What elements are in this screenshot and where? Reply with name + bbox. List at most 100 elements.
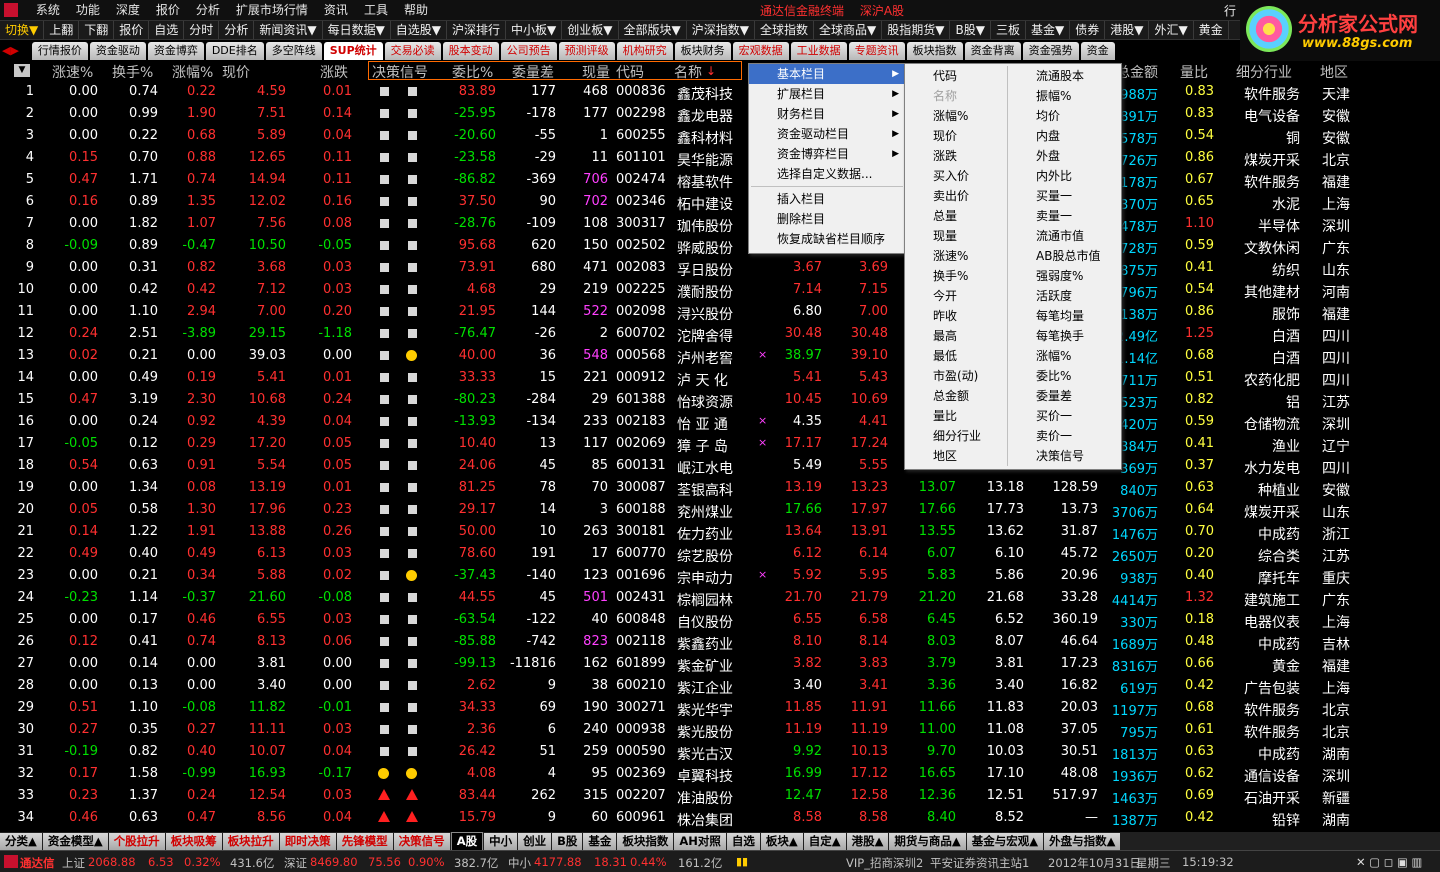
toolbar-button-1[interactable]: 上翻 [44,21,80,39]
submenu-column-option[interactable]: 代码 [905,66,1005,86]
ctx-menu-action-1[interactable]: 删除栏目 [749,209,905,229]
sort-dropdown-icon[interactable]: ▼ [14,64,30,77]
submenu-column-option[interactable]: 现量 [905,226,1005,246]
submenu-column-option[interactable]: 每笔均量 [1008,306,1108,326]
bottom-tab-5[interactable]: 即时决策 [279,833,336,850]
tab-6[interactable]: 交易必读 [384,42,441,60]
submenu-column-option[interactable]: 市盈(动) [905,366,1005,386]
tab-16[interactable]: 资金背离 [964,42,1021,60]
toolbar-button-12[interactable]: 创业板▼ [562,21,619,39]
menu-item-0[interactable]: 系统 [28,0,68,18]
bottom-tab-14[interactable]: AH对照 [674,833,726,850]
table-row[interactable]: 6 0.16 0.89 1.35 12.02 0.16 37.50 90 702 002346 柘中… [0,191,1440,213]
column-header-3[interactable]: 现价 [222,62,250,82]
table-row[interactable]: 23 0.00 0.21 0.34 5.88 0.02 -37.43 -140 123 00169… [0,565,1440,587]
tab-3[interactable]: DDE排名 [205,42,264,60]
toolbar-button-23[interactable]: 外汇▼ [1149,21,1194,39]
toolbar-button-19[interactable]: 三板 [991,21,1026,39]
tab-9[interactable]: 预测评级 [558,42,615,60]
column-header-4[interactable]: 涨跌 [320,62,348,82]
table-row[interactable]: 34 0.46 0.63 0.47 8.56 0.04 15.79 9 60 600961 株冶集团… [0,807,1440,829]
submenu-column-option[interactable]: 委比% [1008,366,1108,386]
submenu-column-option[interactable]: 买入价 [905,166,1005,186]
column-header-8[interactable]: 现量 [582,62,610,82]
table-row[interactable]: 8 -0.09 0.89 -0.47 10.50 -0.05 95.68 620 150 0025… [0,235,1440,257]
table-row[interactable]: 2 0.00 0.99 1.90 7.51 0.14 -25.95 -178 177 002298… [0,103,1440,125]
bottom-tab-13[interactable]: 板块指数 [617,833,674,850]
tab-10[interactable]: 机构研究 [616,42,673,60]
table-row[interactable]: 20 0.05 0.58 1.30 17.96 0.23 29.17 14 3 600188 兖州煤… [0,499,1440,521]
ctx-menu-item-3[interactable]: 资金驱动栏目 ▶ [749,124,905,144]
toolbar-button-18[interactable]: B股▼ [950,21,991,39]
toolbar-button-2[interactable]: 下翻 [79,21,115,39]
submenu-column-option[interactable]: AB股总市值 [1008,246,1108,266]
submenu-column-option[interactable]: 流通股本 [1008,66,1108,86]
submenu-column-option[interactable]: 卖出价 [905,186,1005,206]
toolbar-button-16[interactable]: 全球商品▼ [814,21,883,39]
tab-17[interactable]: 资金强势 [1022,42,1079,60]
menu-item-2[interactable]: 深度 [108,0,148,18]
submenu-column-option[interactable]: 总量 [905,206,1005,226]
table-row[interactable]: 31 -0.19 0.82 0.40 10.07 0.04 26.42 51 259 000590… [0,741,1440,763]
toolbar-button-14[interactable]: 沪深指数▼ [687,21,755,39]
ctx-menu-item-5[interactable]: 选择自定义数据... [749,164,905,184]
submenu-column-option[interactable]: 细分行业 [905,426,1005,446]
column-header-1[interactable]: 换手% [112,62,153,82]
table-row[interactable]: 13 0.02 0.21 0.00 39.03 0.00 40.00 36 548 000568 泸… [0,345,1440,367]
bottom-tab-0[interactable]: 分类▲ [0,833,42,850]
bottom-tab-4[interactable]: 板块拉升 [222,833,279,850]
submenu-column-option[interactable]: 卖量一 [1008,206,1108,226]
tab-7[interactable]: 股本变动 [442,42,499,60]
bottom-tab-8[interactable]: A股 [450,832,484,850]
toolbar-button-11[interactable]: 中小板▼ [506,21,563,39]
table-row[interactable]: 29 0.51 1.10 -0.08 11.82 -0.01 34.33 69 190 30027… [0,697,1440,719]
tab-12[interactable]: 宏观数据 [732,42,789,60]
tab-8[interactable]: 公司预告 [500,42,557,60]
sh-index[interactable]: 2068.88 [88,855,136,869]
ctx-menu-item-0[interactable]: 基本栏目 ▶ [749,64,905,84]
toolbar-button-21[interactable]: 债券 [1070,21,1106,39]
table-row[interactable]: 18 0.54 0.63 0.91 5.54 0.05 24.06 45 85 600131 岷江水… [0,455,1440,477]
server-name[interactable]: VIP_招商深圳2 [846,855,923,871]
table-row[interactable]: 9 0.00 0.31 0.82 3.68 0.03 73.91 680 471 002083 孚日… [0,257,1440,279]
submenu-column-option[interactable]: 最高 [905,326,1005,346]
menu-item-5[interactable]: 扩展市场行情 [228,0,316,18]
table-row[interactable]: 25 0.00 0.17 0.46 6.55 0.03 -63.54 -122 40 600848… [0,609,1440,631]
submenu-column-option[interactable]: 内外比 [1008,166,1108,186]
table-row[interactable]: 11 0.00 1.10 2.94 7.00 0.20 21.95 144 522 002098 浔… [0,301,1440,323]
table-row[interactable]: 22 0.49 0.40 0.49 6.13 0.03 78.60 191 17 600770 综艺… [0,543,1440,565]
submenu-column-option[interactable]: 每笔换手 [1008,326,1108,346]
column-header-12[interactable]: 量比 [1180,62,1208,82]
ctx-menu-item-4[interactable]: 资金博弈栏目 ▶ [749,144,905,164]
table-row[interactable]: 17 -0.05 0.12 0.29 17.20 0.05 10.40 13 117 002069… [0,433,1440,455]
submenu-column-option[interactable]: 今开 [905,286,1005,306]
table-row[interactable]: 16 0.00 0.24 0.92 4.39 0.04 -13.93 -134 233 00218… [0,411,1440,433]
submenu-column-option[interactable]: 现价 [905,126,1005,146]
submenu-column-option[interactable]: 外盘 [1008,146,1108,166]
bottom-tab-16[interactable]: 板块▲ [760,833,803,850]
bottom-tab-3[interactable]: 板块吸筹 [165,833,222,850]
table-row[interactable]: 33 0.23 1.37 0.24 12.54 0.03 83.44 262 315 002207… [0,785,1440,807]
table-row[interactable]: 12 0.24 2.51 -3.89 29.15 -1.18 -76.47 -26 2 60070… [0,323,1440,345]
menu-item-6[interactable]: 资讯 [316,0,356,18]
submenu-column-option[interactable]: 地区 [905,446,1005,466]
column-header-10[interactable]: 名称 [674,62,702,82]
submenu-column-option[interactable]: 总金额 [905,386,1005,406]
bottom-tab-10[interactable]: 创业 [518,833,552,850]
tab-15[interactable]: 板块指数 [906,42,963,60]
ctx-menu-item-2[interactable]: 财务栏目 ▶ [749,104,905,124]
toolbar-button-8[interactable]: 每日数据▼ [323,21,391,39]
submenu-column-option[interactable]: 买量一 [1008,186,1108,206]
toolbar-button-13[interactable]: 全部版块▼ [619,21,687,39]
column-header-0[interactable]: 涨速% [52,62,93,82]
submenu-column-option[interactable]: 昨收 [905,306,1005,326]
tab-5[interactable]: SUP统计 [323,42,383,60]
submenu-column-option[interactable]: 振幅% [1008,86,1108,106]
column-header-13[interactable]: 细分行业 [1236,62,1292,82]
submenu-column-option[interactable]: 换手% [905,266,1005,286]
submenu-column-option[interactable]: 活跃度 [1008,286,1108,306]
bottom-tab-2[interactable]: 个股拉升 [108,833,165,850]
bottom-tab-20[interactable]: 基金与宏观▲ [966,833,1044,850]
column-header-2[interactable]: 涨幅% [172,62,213,82]
submenu-column-option[interactable]: 涨幅% [905,106,1005,126]
